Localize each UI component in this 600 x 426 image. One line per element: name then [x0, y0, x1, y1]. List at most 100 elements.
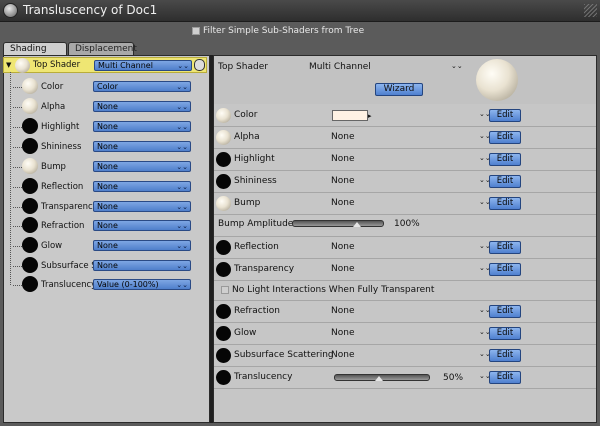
- tree-item-bump[interactable]: Bump None ⌄⌄: [3, 157, 207, 177]
- tree-top-shader-row[interactable]: ▼ Top Shader Multi Channel ⌄⌄: [3, 57, 207, 73]
- tab-shading[interactable]: Shading: [3, 42, 67, 55]
- tree-item-shininess[interactable]: Shininess None ⌄⌄: [3, 137, 207, 157]
- edit-button[interactable]: Edit: [489, 197, 521, 210]
- tree-item-dropdown[interactable]: None ⌄⌄: [93, 101, 191, 112]
- tree-branch: [13, 207, 22, 208]
- no-light-checkbox[interactable]: [221, 286, 229, 294]
- slider-thumb[interactable]: [375, 376, 383, 381]
- channel-label: Color: [234, 110, 258, 120]
- tree-item-reflection[interactable]: Reflection None ⌄⌄: [3, 177, 207, 197]
- channel-value: None: [331, 328, 355, 338]
- filter-checkbox[interactable]: [192, 27, 200, 35]
- tree-branch: [13, 226, 22, 227]
- tree-item-label: Transparency: [41, 202, 95, 212]
- chevron-down-icon: ⌄⌄: [176, 163, 188, 171]
- bump-amplitude-slider[interactable]: [292, 220, 384, 227]
- tree-item-subsurface-sc[interactable]: Subsurface ScNone⌄⌄: [3, 256, 207, 276]
- tree-item-dropdown[interactable]: None ⌄⌄: [93, 220, 191, 231]
- tree-item-dropdown[interactable]: None ⌄⌄: [93, 201, 191, 212]
- bump-amplitude-label: Bump Amplitude: [218, 219, 294, 229]
- close-button[interactable]: [3, 3, 18, 18]
- shader-preview-ball: [22, 178, 38, 194]
- channel-value: None: [331, 264, 355, 274]
- edit-button[interactable]: Edit: [489, 109, 521, 122]
- channel-label: Translucency: [234, 372, 293, 382]
- edit-button[interactable]: Edit: [489, 263, 521, 276]
- shader-preview-ball: [22, 257, 38, 273]
- top-shader-label: Top Shader: [33, 60, 81, 70]
- channel-row-highlight: Highlight None ⌄⌄ Edit: [214, 149, 596, 171]
- chevron-down-icon: ⌄⌄: [176, 203, 188, 211]
- tree-item-refraction[interactable]: Refraction None ⌄⌄: [3, 216, 207, 236]
- tree-item-label: Reflection: [41, 182, 84, 192]
- no-light-label: No Light Interactions When Fully Transpa…: [232, 285, 435, 295]
- tree-branch: [13, 246, 22, 247]
- tree-item-dropdown[interactable]: Value (0-100%) ⌄⌄: [93, 279, 191, 290]
- tree-item-dropdown[interactable]: None ⌄⌄: [93, 181, 191, 192]
- edit-button[interactable]: Edit: [489, 349, 521, 362]
- chevron-down-icon: ⌄⌄: [176, 143, 188, 151]
- chevron-down-icon: ⌄⌄: [176, 242, 188, 250]
- chevron-down-icon: ⌄⌄: [176, 83, 188, 91]
- shader-preview-ball: [22, 138, 38, 154]
- channel-preview-ball: [216, 240, 231, 255]
- shader-preview-ball: [22, 217, 38, 233]
- channel-preview-ball: [216, 174, 231, 189]
- no-light-interactions-option[interactable]: No Light Interactions When Fully Transpa…: [214, 281, 596, 301]
- tab-displacement[interactable]: Displacement: [68, 42, 137, 55]
- tree-item-dropdown[interactable]: None ⌄⌄: [93, 240, 191, 251]
- detail-header-value: Multi Channel: [309, 62, 371, 72]
- wizard-button[interactable]: Wizard: [375, 83, 423, 96]
- edit-button[interactable]: Edit: [489, 131, 521, 144]
- edit-button[interactable]: Edit: [489, 327, 521, 340]
- chevron-down-icon: ⌄⌄: [176, 123, 188, 131]
- collapse-triangle-icon[interactable]: ▼: [6, 61, 11, 69]
- tree-item-dropdown[interactable]: Color ⌄⌄: [93, 81, 191, 92]
- channel-label: Bump: [234, 198, 261, 208]
- edit-button[interactable]: Edit: [489, 241, 521, 254]
- tree-item-dropdown[interactable]: None ⌄⌄: [93, 161, 191, 172]
- shader-preview-sphere: [476, 59, 518, 101]
- chevron-down-icon[interactable]: ⌄⌄: [451, 62, 463, 70]
- edit-button[interactable]: Edit: [489, 153, 521, 166]
- resize-grip-icon[interactable]: [584, 4, 597, 17]
- channel-row-translucency: Translucency 50% ⌄⌄ Edit: [214, 367, 596, 389]
- channel-value: None: [331, 132, 355, 142]
- trash-icon[interactable]: [194, 59, 205, 71]
- channel-preview-ball: [216, 108, 231, 123]
- tree-item-label: Color: [41, 82, 64, 92]
- tree-item-glow[interactable]: Glow None ⌄⌄: [3, 236, 207, 256]
- top-shader-dropdown[interactable]: Multi Channel ⌄⌄: [94, 60, 192, 71]
- filter-label: Filter Simple Sub-Shaders from Tree: [203, 26, 365, 36]
- tree-branch: [13, 127, 22, 128]
- tree-branch: [13, 285, 22, 286]
- tree-item-color[interactable]: Color Color ⌄⌄: [3, 77, 207, 97]
- edit-button[interactable]: Edit: [489, 175, 521, 188]
- tree-item-label: Shininess: [41, 142, 82, 152]
- slider-thumb[interactable]: [353, 222, 361, 227]
- filter-option[interactable]: Filter Simple Sub-Shaders from Tree: [192, 25, 364, 37]
- channel-label: Refraction: [234, 306, 280, 316]
- tree-item-transparency[interactable]: Transparency None ⌄⌄: [3, 197, 207, 217]
- channel-label: Highlight: [234, 154, 275, 164]
- tree-item-alpha[interactable]: Alpha None ⌄⌄: [3, 97, 207, 117]
- channel-row-color: Color ▸ ⌄⌄ Edit: [214, 105, 596, 127]
- chevron-down-icon: ⌄⌄: [176, 281, 188, 289]
- edit-button[interactable]: Edit: [489, 305, 521, 318]
- swatch-arrow-icon[interactable]: ▸: [368, 112, 372, 120]
- shader-preview-ball: [22, 237, 38, 253]
- tree-branch: [13, 87, 22, 88]
- tree-item-translucency[interactable]: Translucency Value (0-100%) ⌄⌄: [3, 275, 207, 295]
- shader-preview-ball: [22, 78, 38, 94]
- tree-item-dropdown[interactable]: None ⌄⌄: [93, 121, 191, 132]
- tree-item-dropdown[interactable]: None ⌄⌄: [93, 141, 191, 152]
- tree-item-highlight[interactable]: Highlight None ⌄⌄: [3, 117, 207, 137]
- channel-label: Transparency: [234, 264, 295, 274]
- tree-item-label: Glow: [41, 241, 63, 251]
- tree-item-dropdown[interactable]: None ⌄⌄: [93, 260, 191, 271]
- translucency-slider[interactable]: [334, 374, 430, 381]
- edit-button[interactable]: Edit: [489, 371, 521, 384]
- top-shader-preview: [15, 58, 30, 73]
- color-swatch[interactable]: [332, 110, 368, 121]
- shader-preview-ball: [22, 198, 38, 214]
